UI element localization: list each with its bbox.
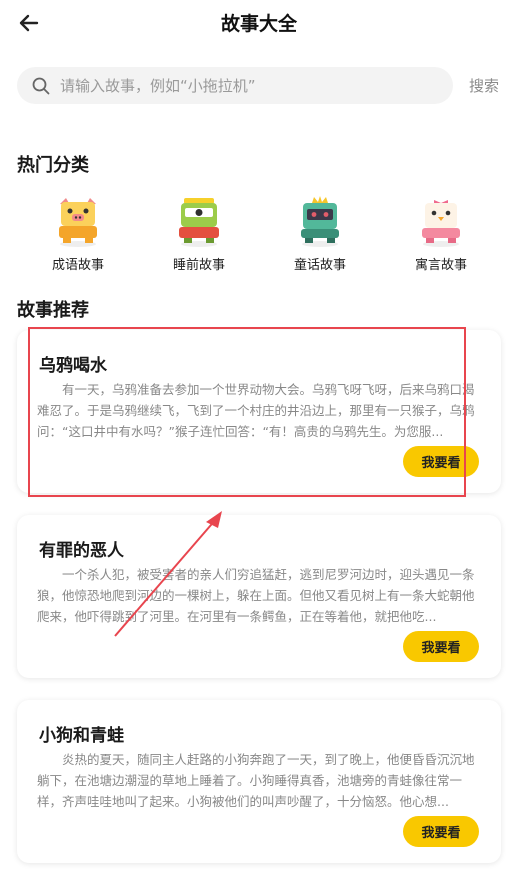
search-input[interactable] <box>60 76 440 95</box>
frog-mascot-icon <box>179 198 219 247</box>
story-card[interactable]: 有罪的恶人 一个杀人犯，被受害者的亲人们穷追猛赶，逃到尼罗河边时，迎头遇见一条狼… <box>17 515 501 678</box>
hot-categories-title: 热门分类 <box>17 155 89 176</box>
robot-mascot-icon <box>301 196 339 247</box>
category-label: 成语故事 <box>51 258 104 273</box>
recommend-title: 故事推荐 <box>17 300 89 321</box>
category-label: 睡前故事 <box>172 258 225 273</box>
category-fable-stories[interactable]: 寓言故事 <box>391 194 491 273</box>
story-title: 有罪的恶人 <box>39 541 124 561</box>
read-story-button[interactable]: 我要看 <box>403 816 479 847</box>
header-bar: 故事大全 <box>0 0 518 44</box>
story-summary: 一个杀人犯，被受害者的亲人们穷追猛赶，逃到尼罗河边时，迎头遇见一条狼，他惊恐地爬… <box>37 567 475 624</box>
category-label: 童话故事 <box>293 258 346 273</box>
category-idiom-stories[interactable]: 成语故事 <box>28 194 128 273</box>
chick-mascot-icon <box>422 200 460 247</box>
search-bar[interactable] <box>17 67 453 104</box>
story-summary: 有一天，乌鸦准备去参加一个世界动物大会。乌鸦飞呀飞呀，后来乌鸦口渴难忍了。于是乌… <box>37 382 475 439</box>
read-story-button[interactable]: 我要看 <box>403 631 479 662</box>
story-summary: 炎热的夏天，随同主人赶路的小狗奔跑了一天，到了晚上，他便昏昏沉沉地躺下，在池塘边… <box>37 752 475 809</box>
story-card[interactable]: 小狗和青蛙 炎热的夏天，随同主人赶路的小狗奔跑了一天，到了晚上，他便昏昏沉沉地躺… <box>17 700 501 863</box>
category-list: 成语故事 睡前故事 童话故事 寓言故事 <box>0 194 518 284</box>
search-button[interactable]: 搜索 <box>469 75 499 96</box>
read-story-button[interactable]: 我要看 <box>403 446 479 477</box>
category-fairy-tales[interactable]: 童话故事 <box>270 194 370 273</box>
category-label: 寓言故事 <box>414 258 467 273</box>
story-title: 小狗和青蛙 <box>39 726 124 746</box>
pig-mascot-icon <box>59 198 97 247</box>
story-card[interactable]: 乌鸦喝水 有一天，乌鸦准备去参加一个世界动物大会。乌鸦飞呀飞呀，后来乌鸦口渴难忍… <box>17 330 501 493</box>
story-title: 乌鸦喝水 <box>39 356 107 376</box>
page-title: 故事大全 <box>220 13 297 35</box>
category-bedtime-stories[interactable]: 睡前故事 <box>149 194 249 273</box>
search-icon <box>31 76 51 96</box>
